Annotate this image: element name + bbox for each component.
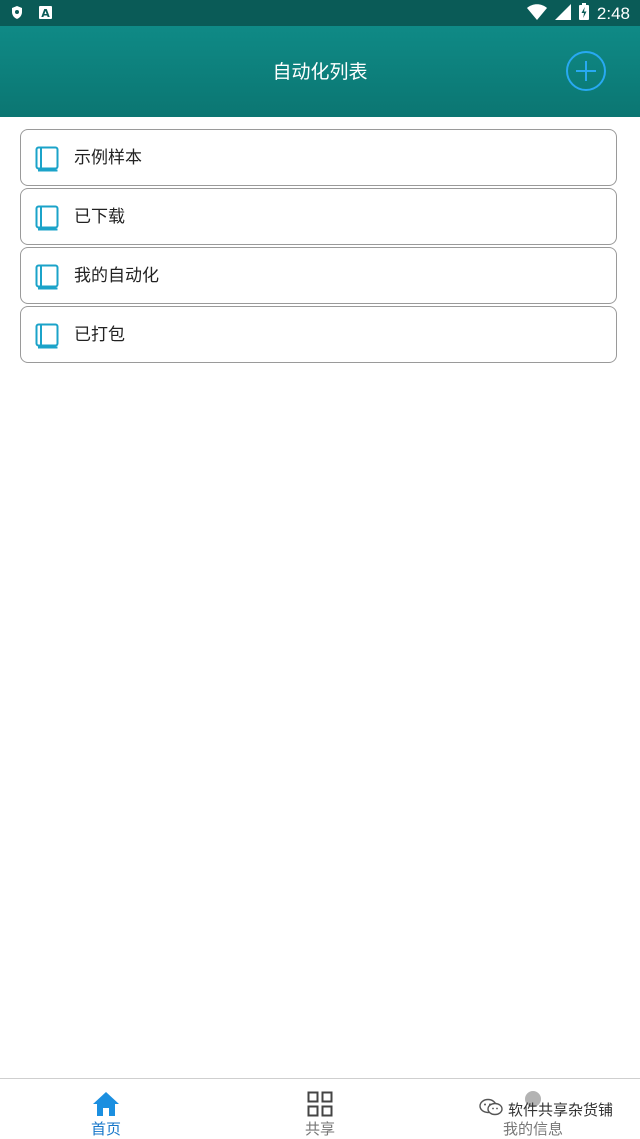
list-item-label: 已打包 [74, 325, 125, 345]
tab-share[interactable]: 共享 [260, 1079, 380, 1139]
list-item-my-automation[interactable]: 我的自动化 [20, 247, 617, 304]
status-left-icons: A [10, 5, 52, 19]
battery-icon [578, 3, 589, 24]
signal-icon [554, 3, 571, 24]
book-icon [35, 264, 59, 290]
wechat-icon [478, 1097, 504, 1121]
tab-home[interactable]: 首页 [46, 1079, 166, 1139]
list-item-label: 已下载 [74, 207, 125, 227]
status-time: 2:48 [596, 3, 630, 23]
home-icon [92, 1091, 120, 1121]
book-icon [35, 205, 59, 231]
book-icon [35, 146, 59, 172]
watermark-text: 软件共享杂货铺 [508, 1100, 614, 1119]
list-item-label: 我的自动化 [74, 266, 159, 286]
grid-icon [307, 1091, 333, 1121]
book-icon [35, 323, 59, 349]
status-right: 2:48 [526, 3, 630, 24]
automation-list: 示例样本 已下载 我的自动化 已打包 [20, 129, 617, 365]
list-item-downloaded[interactable]: 已下载 [20, 188, 617, 245]
tab-label: 共享 [304, 1120, 335, 1138]
svg-text:A: A [41, 7, 50, 19]
add-button[interactable] [566, 51, 606, 91]
status-bar: A 2:48 [0, 0, 640, 26]
app-bar: 自动化列表 [0, 26, 640, 117]
a-icon: A [38, 5, 52, 19]
tab-label: 首页 [90, 1120, 121, 1138]
list-item-packaged[interactable]: 已打包 [20, 306, 617, 363]
shield-icon [10, 5, 24, 19]
page-title: 自动化列表 [272, 61, 368, 83]
wifi-icon [526, 3, 547, 24]
tab-label: 我的信息 [502, 1120, 563, 1138]
list-item-samples[interactable]: 示例样本 [20, 129, 617, 186]
watermark: 软件共享杂货铺 [478, 1097, 613, 1121]
list-item-label: 示例样本 [74, 148, 142, 168]
